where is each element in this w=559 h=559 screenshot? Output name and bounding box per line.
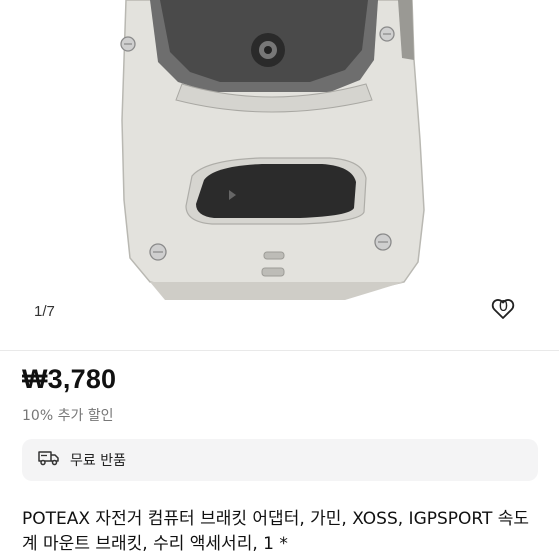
product-title: POTEAX 자전거 컴퓨터 브래킷 어댑터, 가민, XOSS, IGPSPO… bbox=[22, 509, 530, 554]
truck-icon bbox=[38, 450, 60, 470]
product-photo bbox=[120, 0, 425, 300]
free-return-label: 무료 반품 bbox=[70, 453, 126, 469]
discount-label: 10% 추가 할인 bbox=[22, 408, 114, 424]
price-amount: ₩3,780 bbox=[22, 364, 117, 394]
favorite-button[interactable]: 0 bbox=[491, 298, 515, 319]
section-divider bbox=[0, 350, 559, 351]
product-image-gallery[interactable]: 1/7 0 bbox=[0, 0, 559, 350]
image-pager: 1/7 bbox=[34, 303, 55, 320]
free-return-banner[interactable]: 무료 반품 bbox=[22, 439, 538, 481]
